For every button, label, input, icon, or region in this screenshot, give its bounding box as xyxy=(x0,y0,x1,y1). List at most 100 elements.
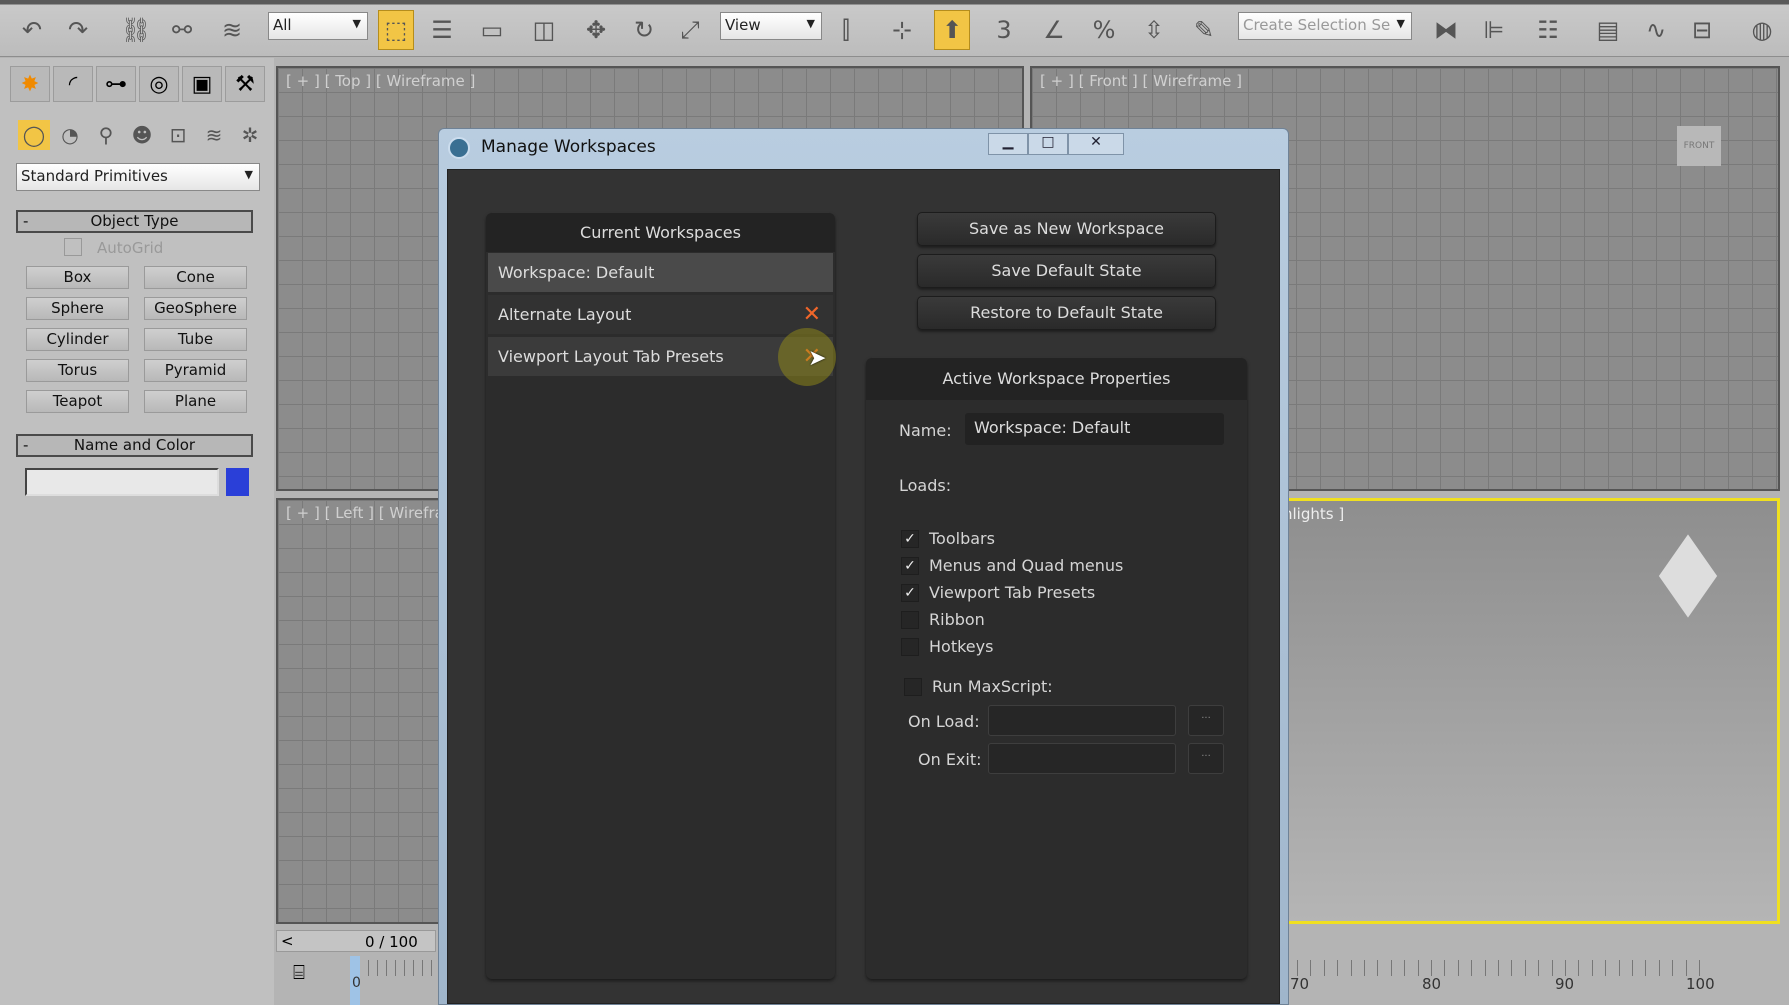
render-setup-icon[interactable]: ◍ xyxy=(1744,10,1780,50)
maximize-button[interactable]: □ xyxy=(1028,133,1068,155)
timeline-tick xyxy=(1364,960,1365,976)
load-toolbars-checkbox[interactable]: ✓ xyxy=(901,530,919,548)
create-box-button[interactable]: Box xyxy=(26,266,129,289)
create-cylinder-button[interactable]: Cylinder xyxy=(26,328,129,351)
on-exit-browse-button[interactable]: ... xyxy=(1188,743,1224,774)
time-prev-button[interactable]: < xyxy=(281,932,294,950)
timeline-tick xyxy=(1484,960,1486,976)
modify-tab[interactable]: ◜ xyxy=(53,66,93,102)
cameras-category-icon[interactable]: ☻ xyxy=(126,120,158,150)
align-icon[interactable]: ⊫ xyxy=(1476,10,1512,50)
load-ribbon-checkbox[interactable] xyxy=(901,611,919,629)
create-tube-button[interactable]: Tube xyxy=(144,328,247,351)
create-geosphere-button[interactable]: GeoSphere xyxy=(144,297,247,320)
hierarchy-tab[interactable]: ⊶ xyxy=(96,66,136,102)
unlink-icon[interactable]: ⚯ xyxy=(164,10,200,50)
create-torus-button[interactable]: Torus xyxy=(26,359,129,382)
save-as-new-workspace-button[interactable]: Save as New Workspace xyxy=(917,212,1216,246)
move-icon[interactable]: ✥ xyxy=(578,10,614,50)
use-pivot-center-icon[interactable]: ⫿ xyxy=(828,10,864,50)
mirror-icon[interactable]: ⧓ xyxy=(1428,10,1464,50)
select-by-name-icon[interactable]: ☰ xyxy=(424,10,460,50)
object-name-input[interactable] xyxy=(25,468,219,496)
timeline-tick xyxy=(1511,960,1513,976)
display-tab[interactable]: ▣ xyxy=(182,66,222,102)
utilities-tab[interactable]: ⚒ xyxy=(225,66,265,102)
time-slider[interactable]: < 0 / 100 xyxy=(276,930,436,952)
save-default-state-button[interactable]: Save Default State xyxy=(917,254,1216,288)
snaps-toggle-icon[interactable]: 3 xyxy=(986,10,1022,50)
redo-icon[interactable]: ↷ xyxy=(60,10,96,50)
load-menus-and-quad-menus-checkbox[interactable]: ✓ xyxy=(901,557,919,575)
create-cone-button[interactable]: Cone xyxy=(144,266,247,289)
create-teapot-button[interactable]: Teapot xyxy=(26,390,129,413)
space-warps-category-icon[interactable]: ≋ xyxy=(198,120,230,150)
workspace-item[interactable]: Alternate Layout ✕ xyxy=(488,295,833,334)
autogrid-checkbox[interactable] xyxy=(64,238,82,256)
layer-explorer-icon[interactable]: ☷ xyxy=(1530,10,1566,50)
curve-editor-icon[interactable]: ∿ xyxy=(1638,10,1674,50)
geometry-category-icon[interactable]: ◯ xyxy=(18,120,50,150)
close-button[interactable]: ✕ xyxy=(1068,133,1124,155)
timeline-tick xyxy=(1417,960,1419,976)
window-crossing-icon[interactable]: ◫ xyxy=(526,10,562,50)
motion-tab[interactable]: ◎ xyxy=(139,66,179,102)
object-type-rollout[interactable]: - Object Type xyxy=(16,210,253,233)
angle-snap-icon[interactable]: ∠ xyxy=(1036,10,1072,50)
load-viewport-tab-presets-checkbox[interactable]: ✓ xyxy=(901,584,919,602)
select-object-icon[interactable]: ⬚ xyxy=(378,10,414,50)
create-sphere-button[interactable]: Sphere xyxy=(26,297,129,320)
scene-explorer-icon[interactable]: ▤ xyxy=(1590,10,1626,50)
rotate-icon[interactable]: ↻ xyxy=(626,10,662,50)
run-maxscript-checkbox[interactable] xyxy=(904,678,922,696)
viewcube[interactable]: FRONT xyxy=(1677,126,1721,166)
restore-default-state-button[interactable]: Restore to Default State xyxy=(917,296,1216,330)
workspace-name-input[interactable]: Workspace: Default xyxy=(965,413,1224,445)
run-maxscript-label: Run MaxScript: xyxy=(932,677,1053,696)
name-and-color-rollout[interactable]: - Name and Color xyxy=(16,434,253,457)
helpers-category-icon[interactable]: ⊡ xyxy=(162,120,194,150)
scale-icon[interactable]: ⤢ xyxy=(672,10,708,50)
on-exit-input[interactable] xyxy=(988,743,1176,774)
on-exit-label: On Exit: xyxy=(918,750,982,769)
object-color-swatch[interactable] xyxy=(226,468,249,496)
link-icon[interactable]: ⛓ xyxy=(118,10,154,50)
undo-icon[interactable]: ↶ xyxy=(14,10,50,50)
shapes-category-icon[interactable]: ◔ xyxy=(54,120,86,150)
keyboard-shortcut-override-icon[interactable]: ⬆ xyxy=(934,10,970,50)
timeline-tick xyxy=(404,960,405,976)
timeline-tick xyxy=(1498,960,1499,976)
create-plane-button[interactable]: Plane xyxy=(144,390,247,413)
timeline-tick xyxy=(1538,960,1540,976)
create-tab[interactable]: ✸ xyxy=(10,66,50,102)
edit-named-selection-icon[interactable]: ✎ xyxy=(1186,10,1222,50)
load-hotkeys-checkbox[interactable] xyxy=(901,638,919,656)
selection-filter-dropdown[interactable]: All ▼ xyxy=(268,12,368,40)
timeline-tick xyxy=(1565,960,1566,976)
on-load-input[interactable] xyxy=(988,705,1176,736)
dialog-title: Manage Workspaces xyxy=(481,137,656,157)
reference-coordinate-dropdown[interactable]: View ▼ xyxy=(720,12,822,40)
workspace-item[interactable]: Workspace: Default xyxy=(488,253,833,292)
minimize-button[interactable]: ▁ xyxy=(988,133,1028,155)
schematic-view-icon[interactable]: ⊟ xyxy=(1684,10,1720,50)
bind-space-warp-icon[interactable]: ≋ xyxy=(214,10,250,50)
timeline-tick xyxy=(1310,960,1312,976)
spinner-snap-icon[interactable]: ⇳ xyxy=(1136,10,1172,50)
primitive-type-dropdown[interactable]: Standard Primitives ▼ xyxy=(16,163,260,191)
manipulate-icon[interactable]: ⊹ xyxy=(884,10,920,50)
cursor-highlight xyxy=(778,328,836,386)
named-selection-dropdown[interactable]: Create Selection Se ▼ xyxy=(1238,12,1412,40)
percent-snap-icon[interactable]: % xyxy=(1086,10,1122,50)
rect-selection-region-icon[interactable]: ▭ xyxy=(474,10,510,50)
create-pyramid-button[interactable]: Pyramid xyxy=(144,359,247,382)
on-load-label: On Load: xyxy=(908,712,980,731)
loads-label: Loads: xyxy=(899,476,952,495)
manage-workspaces-dialog: Manage Workspaces ▁ □ ✕ Current Workspac… xyxy=(438,128,1289,1005)
viewcube[interactable] xyxy=(1658,534,1718,618)
on-load-browse-button[interactable]: ... xyxy=(1188,705,1224,736)
systems-category-icon[interactable]: ✲ xyxy=(234,120,266,150)
lights-category-icon[interactable]: ⚲ xyxy=(90,120,122,150)
key-mode-icon[interactable]: ⌸ xyxy=(293,960,305,984)
timeline-tick xyxy=(431,960,432,976)
